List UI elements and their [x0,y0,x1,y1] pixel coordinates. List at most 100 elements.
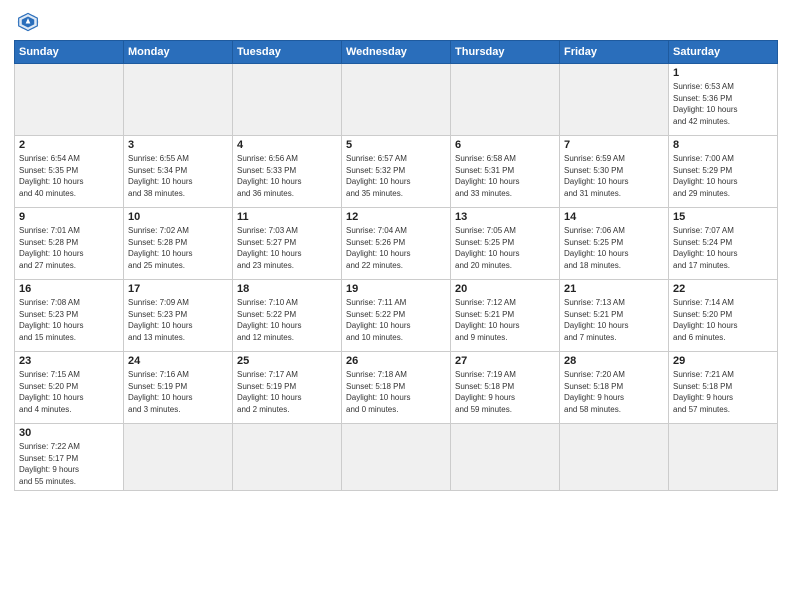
day-info: Sunrise: 7:15 AM Sunset: 5:20 PM Dayligh… [19,369,119,415]
day-info: Sunrise: 7:22 AM Sunset: 5:17 PM Dayligh… [19,441,119,487]
calendar-cell [233,64,342,136]
day-info: Sunrise: 7:13 AM Sunset: 5:21 PM Dayligh… [564,297,664,343]
calendar-header-wednesday: Wednesday [342,41,451,64]
day-number: 1 [673,67,773,79]
calendar-cell: 9 Sunrise: 7:01 AM Sunset: 5:28 PM Daylig… [15,208,124,280]
calendar-cell: 10 Sunrise: 7:02 AM Sunset: 5:28 PM Dayli… [124,208,233,280]
day-number: 3 [128,139,228,151]
day-number: 30 [19,427,119,439]
calendar-week-row: 30 Sunrise: 7:22 AM Sunset: 5:17 PM Dayli… [15,424,778,491]
calendar-week-row: 2 Sunrise: 6:54 AM Sunset: 5:35 PM Daylig… [15,136,778,208]
calendar-week-row: 9 Sunrise: 7:01 AM Sunset: 5:28 PM Daylig… [15,208,778,280]
day-number: 24 [128,355,228,367]
day-number: 11 [237,211,337,223]
day-number: 28 [564,355,664,367]
day-number: 2 [19,139,119,151]
calendar-cell: 11Sunrise: 7:03 AM Sunset: 5:27 PM Dayli… [233,208,342,280]
calendar-cell [342,64,451,136]
calendar-cell [451,424,560,491]
day-number: 23 [19,355,119,367]
calendar-cell: 29 Sunrise: 7:21 AM Sunset: 5:18 PM Dayli… [669,352,778,424]
calendar-cell: 20Sunrise: 7:12 AM Sunset: 5:21 PM Dayli… [451,280,560,352]
logo [14,10,46,34]
day-info: Sunrise: 7:12 AM Sunset: 5:21 PM Dayligh… [455,297,555,343]
day-info: Sunrise: 7:14 AM Sunset: 5:20 PM Dayligh… [673,297,773,343]
day-number: 19 [346,283,446,295]
calendar-cell [342,424,451,491]
day-info: Sunrise: 7:04 AM Sunset: 5:26 PM Dayligh… [346,225,446,271]
calendar-header-thursday: Thursday [451,41,560,64]
calendar-cell: 1 Sunrise: 6:53 AM Sunset: 5:36 PM Daylig… [669,64,778,136]
day-info: Sunrise: 6:53 AM Sunset: 5:36 PM Dayligh… [673,81,773,127]
calendar-cell: 8 Sunrise: 7:00 AM Sunset: 5:29 PM Daylig… [669,136,778,208]
day-info: Sunrise: 7:07 AM Sunset: 5:24 PM Dayligh… [673,225,773,271]
calendar-cell: 2 Sunrise: 6:54 AM Sunset: 5:35 PM Daylig… [15,136,124,208]
day-info: Sunrise: 7:06 AM Sunset: 5:25 PM Dayligh… [564,225,664,271]
day-number: 13 [455,211,555,223]
day-info: Sunrise: 7:16 AM Sunset: 5:19 PM Dayligh… [128,369,228,415]
calendar-header-monday: Monday [124,41,233,64]
calendar-cell: 19 Sunrise: 7:11 AM Sunset: 5:22 PM Dayli… [342,280,451,352]
calendar-cell: 24 Sunrise: 7:16 AM Sunset: 5:19 PM Dayli… [124,352,233,424]
day-number: 29 [673,355,773,367]
day-number: 6 [455,139,555,151]
calendar-cell: 26 Sunrise: 7:18 AM Sunset: 5:18 PM Dayli… [342,352,451,424]
day-info: Sunrise: 7:19 AM Sunset: 5:18 PM Dayligh… [455,369,555,415]
calendar-cell [560,64,669,136]
day-number: 22 [673,283,773,295]
day-number: 25 [237,355,337,367]
page: SundayMondayTuesdayWednesdayThursdayFrid… [0,0,792,612]
calendar-cell [124,424,233,491]
calendar-cell [15,64,124,136]
calendar-header-sunday: Sunday [15,41,124,64]
day-info: Sunrise: 7:01 AM Sunset: 5:28 PM Dayligh… [19,225,119,271]
day-info: Sunrise: 7:18 AM Sunset: 5:18 PM Dayligh… [346,369,446,415]
day-number: 18 [237,283,337,295]
calendar-cell [669,424,778,491]
calendar-header-tuesday: Tuesday [233,41,342,64]
day-number: 4 [237,139,337,151]
day-number: 8 [673,139,773,151]
calendar-week-row: 23 Sunrise: 7:15 AM Sunset: 5:20 PM Dayli… [15,352,778,424]
calendar-week-row: 1 Sunrise: 6:53 AM Sunset: 5:36 PM Daylig… [15,64,778,136]
header [14,10,778,34]
day-info: Sunrise: 7:21 AM Sunset: 5:18 PM Dayligh… [673,369,773,415]
day-info: Sunrise: 6:59 AM Sunset: 5:30 PM Dayligh… [564,153,664,199]
logo-icon [14,10,42,34]
calendar-header-row: SundayMondayTuesdayWednesdayThursdayFrid… [15,41,778,64]
calendar-cell: 28 Sunrise: 7:20 AM Sunset: 5:18 PM Dayli… [560,352,669,424]
calendar-cell: 14Sunrise: 7:06 AM Sunset: 5:25 PM Dayli… [560,208,669,280]
day-number: 17 [128,283,228,295]
calendar-cell: 25Sunrise: 7:17 AM Sunset: 5:19 PM Dayli… [233,352,342,424]
calendar-cell: 6Sunrise: 6:58 AM Sunset: 5:31 PM Daylig… [451,136,560,208]
day-number: 9 [19,211,119,223]
day-info: Sunrise: 7:11 AM Sunset: 5:22 PM Dayligh… [346,297,446,343]
calendar-header-friday: Friday [560,41,669,64]
calendar-cell: 7Sunrise: 6:59 AM Sunset: 5:30 PM Daylig… [560,136,669,208]
calendar-week-row: 16Sunrise: 7:08 AM Sunset: 5:23 PM Dayli… [15,280,778,352]
calendar-header-saturday: Saturday [669,41,778,64]
calendar-cell [451,64,560,136]
calendar-cell: 17Sunrise: 7:09 AM Sunset: 5:23 PM Dayli… [124,280,233,352]
calendar-cell: 3Sunrise: 6:55 AM Sunset: 5:34 PM Daylig… [124,136,233,208]
calendar-cell [560,424,669,491]
calendar-cell: 13Sunrise: 7:05 AM Sunset: 5:25 PM Dayli… [451,208,560,280]
day-number: 10 [128,211,228,223]
day-info: Sunrise: 7:00 AM Sunset: 5:29 PM Dayligh… [673,153,773,199]
day-info: Sunrise: 6:54 AM Sunset: 5:35 PM Dayligh… [19,153,119,199]
calendar-cell: 21Sunrise: 7:13 AM Sunset: 5:21 PM Dayli… [560,280,669,352]
day-number: 26 [346,355,446,367]
calendar-cell: 12 Sunrise: 7:04 AM Sunset: 5:26 PM Dayli… [342,208,451,280]
day-number: 27 [455,355,555,367]
calendar-cell [124,64,233,136]
day-info: Sunrise: 7:20 AM Sunset: 5:18 PM Dayligh… [564,369,664,415]
day-info: Sunrise: 7:10 AM Sunset: 5:22 PM Dayligh… [237,297,337,343]
calendar-cell: 22 Sunrise: 7:14 AM Sunset: 5:20 PM Dayli… [669,280,778,352]
day-number: 12 [346,211,446,223]
day-number: 15 [673,211,773,223]
day-info: Sunrise: 7:02 AM Sunset: 5:28 PM Dayligh… [128,225,228,271]
day-info: Sunrise: 6:56 AM Sunset: 5:33 PM Dayligh… [237,153,337,199]
calendar-cell: 27 Sunrise: 7:19 AM Sunset: 5:18 PM Dayli… [451,352,560,424]
day-number: 16 [19,283,119,295]
calendar-cell [233,424,342,491]
